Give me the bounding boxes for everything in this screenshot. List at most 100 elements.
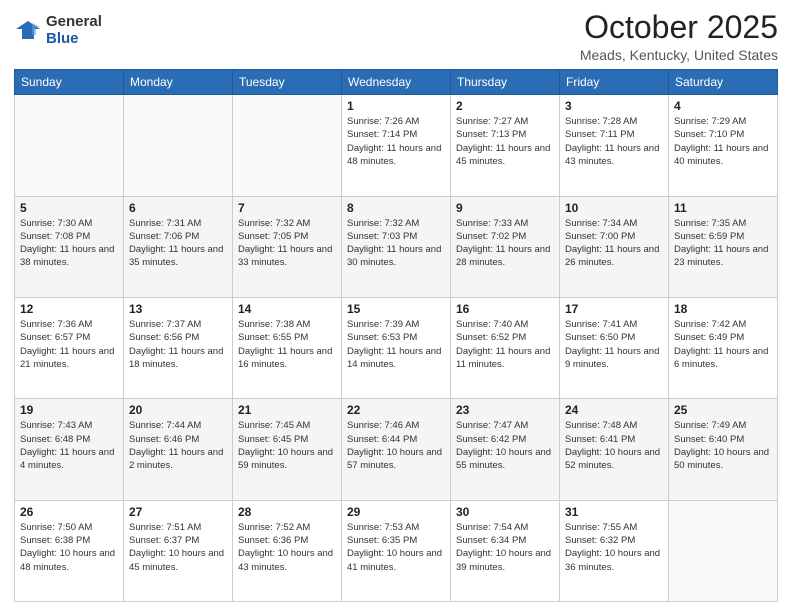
location: Meads, Kentucky, United States (580, 47, 778, 63)
day-number: 15 (347, 302, 445, 316)
calendar-cell (669, 500, 778, 601)
day-number: 3 (565, 99, 663, 113)
calendar-cell: 11 Sunrise: 7:35 AMSunset: 6:59 PMDaylig… (669, 196, 778, 297)
calendar-cell: 9 Sunrise: 7:33 AMSunset: 7:02 PMDayligh… (451, 196, 560, 297)
calendar-cell: 10 Sunrise: 7:34 AMSunset: 7:00 PMDaylig… (560, 196, 669, 297)
day-number: 1 (347, 99, 445, 113)
day-info: Sunrise: 7:36 AMSunset: 6:57 PMDaylight:… (20, 318, 118, 371)
logo-text: General Blue (46, 14, 102, 47)
day-number: 7 (238, 201, 336, 215)
calendar-cell: 16 Sunrise: 7:40 AMSunset: 6:52 PMDaylig… (451, 297, 560, 398)
month-title: October 2025 (580, 10, 778, 45)
day-number: 19 (20, 403, 118, 417)
calendar-cell (233, 95, 342, 196)
day-number: 27 (129, 505, 227, 519)
day-number: 2 (456, 99, 554, 113)
calendar-week-3: 12 Sunrise: 7:36 AMSunset: 6:57 PMDaylig… (15, 297, 778, 398)
day-info: Sunrise: 7:48 AMSunset: 6:41 PMDaylight:… (565, 419, 663, 472)
day-info: Sunrise: 7:49 AMSunset: 6:40 PMDaylight:… (674, 419, 772, 472)
day-number: 6 (129, 201, 227, 215)
calendar-cell: 3 Sunrise: 7:28 AMSunset: 7:11 PMDayligh… (560, 95, 669, 196)
day-number: 12 (20, 302, 118, 316)
calendar-cell: 4 Sunrise: 7:29 AMSunset: 7:10 PMDayligh… (669, 95, 778, 196)
col-thursday: Thursday (451, 70, 560, 95)
day-info: Sunrise: 7:51 AMSunset: 6:37 PMDaylight:… (129, 521, 227, 574)
day-number: 18 (674, 302, 772, 316)
calendar-cell: 19 Sunrise: 7:43 AMSunset: 6:48 PMDaylig… (15, 399, 124, 500)
calendar-cell: 24 Sunrise: 7:48 AMSunset: 6:41 PMDaylig… (560, 399, 669, 500)
day-info: Sunrise: 7:37 AMSunset: 6:56 PMDaylight:… (129, 318, 227, 371)
day-info: Sunrise: 7:32 AMSunset: 7:03 PMDaylight:… (347, 217, 445, 270)
day-number: 31 (565, 505, 663, 519)
page-container: General Blue October 2025 Meads, Kentuck… (0, 0, 792, 612)
day-number: 10 (565, 201, 663, 215)
logo-icon (14, 17, 42, 45)
day-info: Sunrise: 7:41 AMSunset: 6:50 PMDaylight:… (565, 318, 663, 371)
calendar-week-5: 26 Sunrise: 7:50 AMSunset: 6:38 PMDaylig… (15, 500, 778, 601)
day-number: 22 (347, 403, 445, 417)
weekday-header-row: Sunday Monday Tuesday Wednesday Thursday… (15, 70, 778, 95)
day-info: Sunrise: 7:42 AMSunset: 6:49 PMDaylight:… (674, 318, 772, 371)
calendar-cell: 13 Sunrise: 7:37 AMSunset: 6:56 PMDaylig… (124, 297, 233, 398)
day-info: Sunrise: 7:45 AMSunset: 6:45 PMDaylight:… (238, 419, 336, 472)
day-info: Sunrise: 7:34 AMSunset: 7:00 PMDaylight:… (565, 217, 663, 270)
calendar-cell: 29 Sunrise: 7:53 AMSunset: 6:35 PMDaylig… (342, 500, 451, 601)
page-header: General Blue October 2025 Meads, Kentuck… (14, 10, 778, 63)
day-number: 9 (456, 201, 554, 215)
day-number: 26 (20, 505, 118, 519)
day-info: Sunrise: 7:46 AMSunset: 6:44 PMDaylight:… (347, 419, 445, 472)
col-friday: Friday (560, 70, 669, 95)
calendar-cell: 6 Sunrise: 7:31 AMSunset: 7:06 PMDayligh… (124, 196, 233, 297)
day-number: 17 (565, 302, 663, 316)
calendar-cell (124, 95, 233, 196)
calendar-cell: 26 Sunrise: 7:50 AMSunset: 6:38 PMDaylig… (15, 500, 124, 601)
calendar-cell: 27 Sunrise: 7:51 AMSunset: 6:37 PMDaylig… (124, 500, 233, 601)
calendar-cell: 5 Sunrise: 7:30 AMSunset: 7:08 PMDayligh… (15, 196, 124, 297)
day-info: Sunrise: 7:53 AMSunset: 6:35 PMDaylight:… (347, 521, 445, 574)
day-info: Sunrise: 7:26 AMSunset: 7:14 PMDaylight:… (347, 115, 445, 168)
calendar-cell: 20 Sunrise: 7:44 AMSunset: 6:46 PMDaylig… (124, 399, 233, 500)
logo-blue: Blue (46, 31, 102, 48)
calendar-week-2: 5 Sunrise: 7:30 AMSunset: 7:08 PMDayligh… (15, 196, 778, 297)
day-info: Sunrise: 7:29 AMSunset: 7:10 PMDaylight:… (674, 115, 772, 168)
day-number: 4 (674, 99, 772, 113)
calendar-cell: 17 Sunrise: 7:41 AMSunset: 6:50 PMDaylig… (560, 297, 669, 398)
logo: General Blue (14, 14, 102, 47)
calendar-cell: 25 Sunrise: 7:49 AMSunset: 6:40 PMDaylig… (669, 399, 778, 500)
calendar-cell: 23 Sunrise: 7:47 AMSunset: 6:42 PMDaylig… (451, 399, 560, 500)
day-number: 23 (456, 403, 554, 417)
col-saturday: Saturday (669, 70, 778, 95)
calendar-cell: 21 Sunrise: 7:45 AMSunset: 6:45 PMDaylig… (233, 399, 342, 500)
calendar-week-4: 19 Sunrise: 7:43 AMSunset: 6:48 PMDaylig… (15, 399, 778, 500)
day-info: Sunrise: 7:39 AMSunset: 6:53 PMDaylight:… (347, 318, 445, 371)
day-info: Sunrise: 7:33 AMSunset: 7:02 PMDaylight:… (456, 217, 554, 270)
calendar-cell: 8 Sunrise: 7:32 AMSunset: 7:03 PMDayligh… (342, 196, 451, 297)
day-number: 24 (565, 403, 663, 417)
calendar-cell: 18 Sunrise: 7:42 AMSunset: 6:49 PMDaylig… (669, 297, 778, 398)
col-sunday: Sunday (15, 70, 124, 95)
day-number: 20 (129, 403, 227, 417)
day-number: 30 (456, 505, 554, 519)
title-block: October 2025 Meads, Kentucky, United Sta… (580, 10, 778, 63)
day-info: Sunrise: 7:35 AMSunset: 6:59 PMDaylight:… (674, 217, 772, 270)
calendar-cell: 15 Sunrise: 7:39 AMSunset: 6:53 PMDaylig… (342, 297, 451, 398)
day-number: 11 (674, 201, 772, 215)
calendar-cell: 14 Sunrise: 7:38 AMSunset: 6:55 PMDaylig… (233, 297, 342, 398)
day-number: 25 (674, 403, 772, 417)
day-info: Sunrise: 7:54 AMSunset: 6:34 PMDaylight:… (456, 521, 554, 574)
day-number: 13 (129, 302, 227, 316)
calendar-week-1: 1 Sunrise: 7:26 AMSunset: 7:14 PMDayligh… (15, 95, 778, 196)
day-number: 8 (347, 201, 445, 215)
day-info: Sunrise: 7:32 AMSunset: 7:05 PMDaylight:… (238, 217, 336, 270)
col-wednesday: Wednesday (342, 70, 451, 95)
calendar-cell: 30 Sunrise: 7:54 AMSunset: 6:34 PMDaylig… (451, 500, 560, 601)
day-number: 29 (347, 505, 445, 519)
day-info: Sunrise: 7:38 AMSunset: 6:55 PMDaylight:… (238, 318, 336, 371)
calendar-cell: 1 Sunrise: 7:26 AMSunset: 7:14 PMDayligh… (342, 95, 451, 196)
calendar-cell: 7 Sunrise: 7:32 AMSunset: 7:05 PMDayligh… (233, 196, 342, 297)
calendar-cell: 28 Sunrise: 7:52 AMSunset: 6:36 PMDaylig… (233, 500, 342, 601)
day-info: Sunrise: 7:52 AMSunset: 6:36 PMDaylight:… (238, 521, 336, 574)
day-number: 16 (456, 302, 554, 316)
day-number: 28 (238, 505, 336, 519)
day-info: Sunrise: 7:27 AMSunset: 7:13 PMDaylight:… (456, 115, 554, 168)
